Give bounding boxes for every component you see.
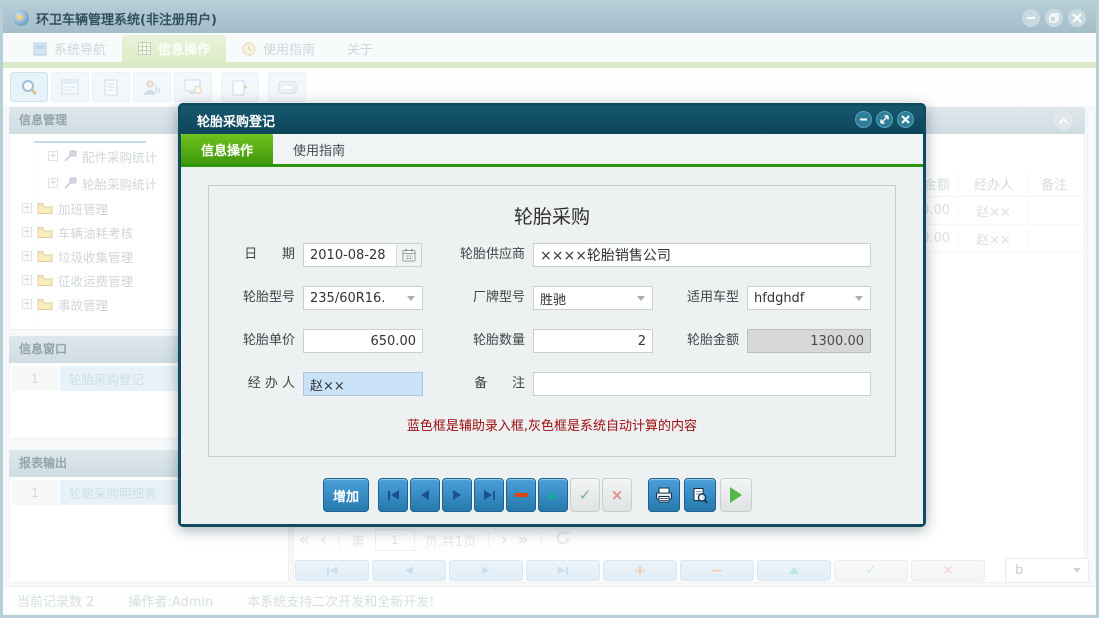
dialog-tab-info-operation[interactable]: 信息操作 xyxy=(181,134,273,164)
quantity-input[interactable] xyxy=(533,329,653,353)
tire-purchase-form: 轮胎采购 日 期 轮胎供应商 轮胎型号 235/60R16. 厂牌型号 xyxy=(208,185,896,457)
app-logo-icon xyxy=(13,10,29,26)
form-title: 轮胎采购 xyxy=(209,202,895,229)
unit-price-label: 轮胎单价 xyxy=(211,329,295,353)
handler-label: 经 办 人 xyxy=(211,372,295,396)
run-button[interactable] xyxy=(720,478,752,512)
preview-icon xyxy=(691,487,709,504)
vehicle-type-label: 适用车型 xyxy=(655,286,739,310)
remark-input[interactable] xyxy=(533,372,871,396)
quantity-label: 轮胎数量 xyxy=(441,329,525,353)
app-window: 环卫车辆管理系统(非注册用户) 系统导航 信息操作 使用指南 关于 xyxy=(0,0,1099,618)
date-input[interactable] xyxy=(304,244,396,266)
window-close-button[interactable] xyxy=(1068,9,1086,27)
supplier-input[interactable] xyxy=(533,243,871,267)
chevron-down-icon xyxy=(637,296,645,301)
calendar-icon[interactable] xyxy=(396,244,421,266)
confirm-button[interactable]: ✓ xyxy=(570,478,600,512)
play-icon xyxy=(730,487,742,503)
dialog-titlebar[interactable]: 轮胎采购登记 xyxy=(181,106,923,134)
cancel-button[interactable]: × xyxy=(602,478,632,512)
tire-purchase-dialog: 轮胎采购登记 信息操作 使用指南 轮胎采购 日 期 轮胎供应商 xyxy=(178,103,926,527)
app-title: 环卫车辆管理系统(非注册用户) xyxy=(36,9,217,28)
handler-input[interactable] xyxy=(303,372,423,396)
vehicle-type-select[interactable]: hfdghdf xyxy=(747,286,871,310)
supplier-label: 轮胎供应商 xyxy=(441,243,525,267)
dialog-tab-user-guide[interactable]: 使用指南 xyxy=(273,134,365,164)
form-hint-text: 蓝色框是辅助录入框,灰色框是系统自动计算的内容 xyxy=(209,415,895,434)
window-minimize-button[interactable] xyxy=(1022,9,1040,27)
first-record-button[interactable] xyxy=(378,478,408,512)
unit-price-input[interactable] xyxy=(303,329,423,353)
remark-label: 备 注 xyxy=(441,372,525,396)
window-restore-button[interactable] xyxy=(1045,9,1063,27)
date-label: 日 期 xyxy=(211,243,295,267)
dialog-close-button[interactable] xyxy=(897,111,914,128)
printer-icon xyxy=(655,487,673,503)
prev-record-button[interactable] xyxy=(410,478,440,512)
delete-record-button[interactable] xyxy=(506,478,536,512)
dialog-tab-bar: 信息操作 使用指南 xyxy=(181,134,923,164)
last-record-button[interactable] xyxy=(474,478,504,512)
chevron-down-icon xyxy=(855,296,863,301)
brand-model-label: 厂牌型号 xyxy=(441,286,525,310)
edit-record-button[interactable] xyxy=(538,478,568,512)
dialog-minimize-button[interactable] xyxy=(855,111,872,128)
brand-model-select[interactable]: 胜驰 xyxy=(533,286,653,310)
amount-label: 轮胎金额 xyxy=(655,329,739,353)
dialog-title: 轮胎采购登记 xyxy=(197,111,275,130)
print-preview-button[interactable] xyxy=(684,478,716,512)
date-field xyxy=(303,243,422,267)
app-titlebar: 环卫车辆管理系统(非注册用户) xyxy=(3,3,1096,33)
dialog-body: 轮胎采购 日 期 轮胎供应商 轮胎型号 235/60R16. 厂牌型号 xyxy=(181,167,923,524)
tire-model-label: 轮胎型号 xyxy=(211,286,295,310)
print-button[interactable] xyxy=(648,478,680,512)
dialog-maximize-button[interactable] xyxy=(876,111,893,128)
dialog-button-bar: 增加 ✓ × xyxy=(181,478,923,512)
tire-model-select[interactable]: 235/60R16. xyxy=(303,286,423,310)
amount-readonly-field xyxy=(747,329,871,353)
next-record-button[interactable] xyxy=(442,478,472,512)
chevron-down-icon xyxy=(407,296,415,301)
add-button[interactable]: 增加 xyxy=(323,478,369,512)
